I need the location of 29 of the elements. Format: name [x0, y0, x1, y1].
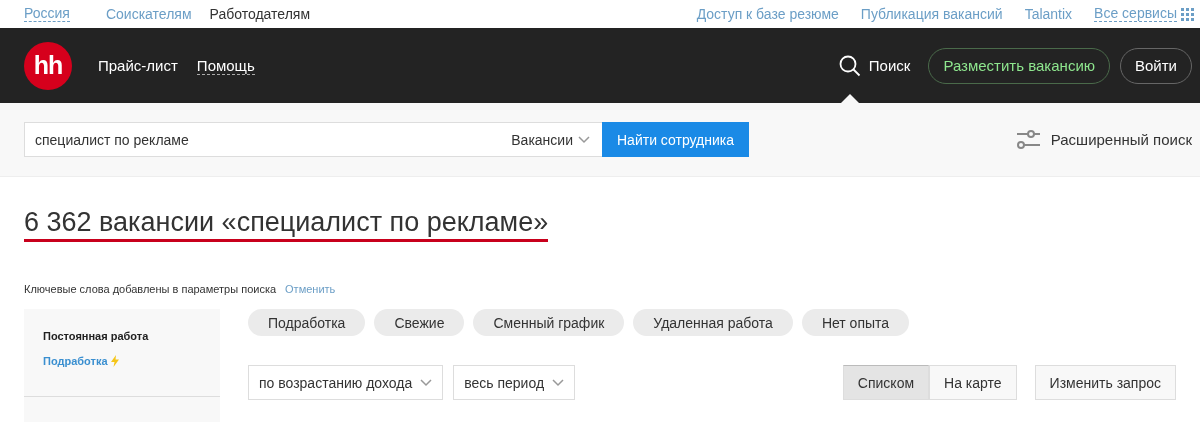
search-field[interactable]: специалист по рекламе Вакансии — [24, 122, 602, 157]
advanced-search-link[interactable]: Расширенный поиск — [1050, 131, 1192, 148]
chevron-icon — [552, 378, 565, 387]
chevron-icon — [578, 135, 590, 144]
filter-chip[interactable]: Нет опыта — [801, 309, 910, 336]
nav-link[interactable]: Помощь — [196, 56, 255, 75]
filter-chip[interactable]: Свежие — [374, 309, 465, 336]
filter-chip[interactable]: Удаленная работа — [633, 309, 793, 336]
keywords-note: Ключевые слова добавлены в параметры поиска — [24, 283, 277, 295]
nav-link[interactable]: Прайс-лист — [98, 57, 178, 74]
audience-tab[interactable]: Работодателям — [209, 6, 310, 22]
search-link[interactable]: Поиск — [868, 57, 911, 74]
filter-chip[interactable]: Подработка — [248, 309, 366, 336]
sort-dropdown[interactable]: по возрастанию дохода — [248, 365, 444, 400]
logo[interactable]: hh — [24, 41, 72, 90]
search-icon[interactable] — [838, 54, 861, 77]
change-query-button[interactable]: Изменить запрос — [1034, 365, 1176, 400]
view-toggle[interactable]: На карте — [929, 365, 1017, 400]
sliders-icon[interactable] — [1016, 129, 1041, 150]
lightning-icon — [110, 355, 119, 367]
chevron-icon — [420, 378, 433, 387]
sort-dropdown[interactable]: весь период — [453, 365, 576, 400]
scope-dropdown[interactable]: Вакансии — [511, 131, 590, 148]
find-button[interactable]: Найти сотрудника — [602, 122, 749, 157]
sidebar-heading: Постоянная работа — [42, 330, 150, 342]
view-toggle[interactable]: Списком — [842, 365, 930, 400]
filter-chip[interactable]: Сменный график — [473, 309, 625, 336]
grid-icon[interactable] — [1181, 7, 1194, 21]
results-title: 6 362 вакансии «специалист по рекламе» — [24, 205, 549, 242]
